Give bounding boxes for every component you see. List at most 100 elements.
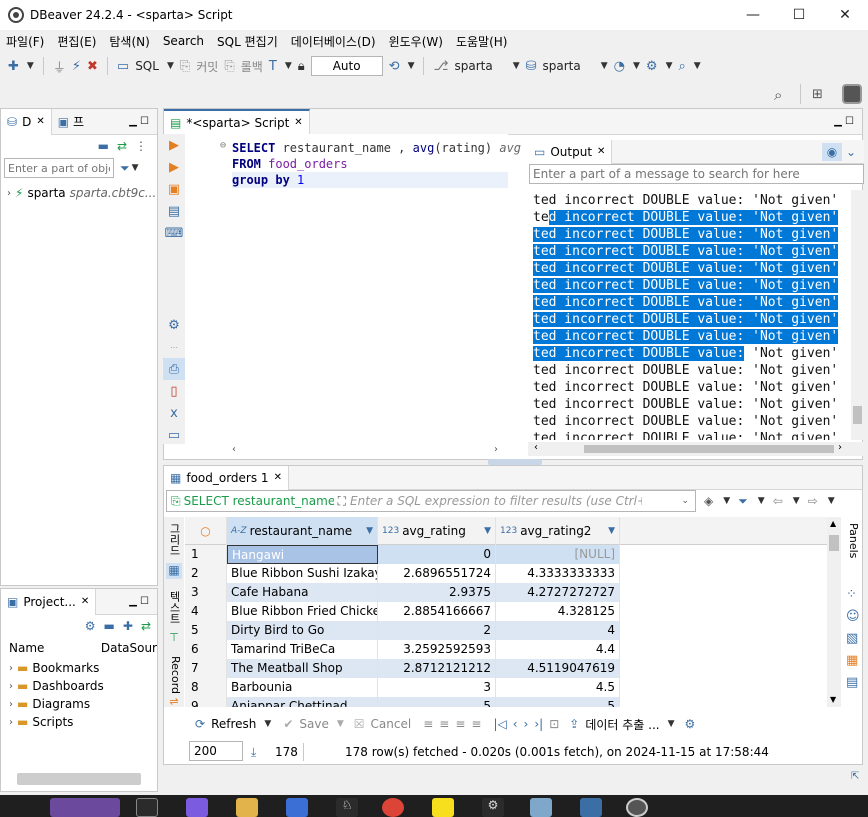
row-number[interactable]: 4 [185, 602, 227, 621]
settings-icon[interactable]: ⚙ [482, 798, 504, 817]
table-cell[interactable]: 2.6896551724 [378, 564, 496, 583]
table-row[interactable]: 3 Cafe Habana 2.9375 4.2727272727 [185, 583, 620, 602]
fetch-size-input[interactable] [189, 741, 243, 761]
chevron-down-icon[interactable]: ▼ [27, 61, 34, 71]
more-icon[interactable]: ⋮ [135, 139, 147, 153]
table-cell[interactable]: 2.9375 [378, 583, 496, 602]
table-cell[interactable]: Blue Ribbon Fried Chicken [227, 602, 378, 621]
sort-icon[interactable]: ▼ [366, 517, 373, 545]
chevron-down-icon[interactable]: ▼ [167, 61, 174, 71]
minimize-button[interactable]: — [730, 0, 776, 30]
fetch-all-icon[interactable]: ⤓ [251, 745, 256, 760]
forward-icon[interactable]: ⇨ [808, 494, 818, 508]
chevron-right-icon[interactable]: › [9, 699, 13, 710]
table-row[interactable]: 8 Barbounia 3 4.5 [185, 678, 620, 697]
chevron-right-icon[interactable]: › [7, 188, 11, 199]
properties-icon[interactable]: ⁘ [846, 587, 857, 602]
app-icon[interactable]: ♘ [336, 798, 358, 817]
link-editor-icon[interactable]: ⇄ [141, 619, 151, 633]
execute-icon[interactable]: ▶ [163, 134, 185, 156]
close-icon[interactable]: ✕ [81, 596, 89, 607]
menu-window[interactable]: 윈도우(W) [389, 33, 443, 50]
eraser-icon[interactable]: ◈ [704, 494, 713, 508]
fetch-page-icon[interactable]: ⊡ [549, 717, 559, 731]
resize-icon[interactable]: ⇱ [851, 771, 859, 782]
metadata-icon[interactable]: ☺ [846, 609, 860, 624]
menu-sql-editor[interactable]: SQL 편집기 [217, 33, 278, 50]
chevron-down-icon[interactable]: ▼ [285, 61, 292, 71]
error-log-icon[interactable]: ▯ [163, 380, 185, 402]
editor-horizontal-scrollbar[interactable]: ‹ › [232, 444, 508, 456]
editor-app-icon[interactable] [580, 798, 602, 817]
sql-button[interactable]: SQL [135, 59, 159, 73]
file-explorer-icon[interactable] [236, 798, 258, 817]
lock-icon[interactable]: 🔒︎ [298, 59, 305, 74]
chevron-right-icon[interactable]: › [494, 444, 498, 455]
chevron-up-icon[interactable]: ▲ [830, 519, 836, 528]
tab-food-orders-1[interactable]: ▦ food_orders 1 ✕ [164, 465, 289, 490]
table-cell[interactable]: 2.8712121212 [378, 659, 496, 678]
eye-icon[interactable]: ◉ [821, 142, 842, 161]
table-cell[interactable]: 4.3333333333 [496, 564, 620, 583]
tree-node-sparta[interactable]: › ⚡ sparta sparta.cbt9c... [1, 183, 157, 203]
execute-script-icon[interactable]: ▣ [163, 178, 185, 200]
menu-navigate[interactable]: 탐색(N) [109, 33, 149, 50]
minimize-icon[interactable]: ▁ ☐ [129, 596, 149, 607]
output-log[interactable]: ted incorrect DOUBLE value: 'Not given' t… [528, 190, 850, 440]
chevron-down-icon[interactable]: ▼ [830, 695, 836, 704]
tab-database-navigator[interactable]: ⛁ D ✕ [1, 108, 52, 135]
tab-grid[interactable]: 그리드 [166, 519, 182, 559]
text-view-icon[interactable]: ⊤ [166, 631, 182, 645]
table-cell[interactable]: Blue Ribbon Sushi Izakaya [227, 564, 378, 583]
list-item[interactable]: › ▬ Bookmarks [9, 659, 157, 677]
link-editor-icon[interactable]: ⇄ [117, 139, 127, 153]
grouping-icon[interactable]: ▧ [846, 631, 858, 646]
filter-icon[interactable]: ⏷ [738, 494, 748, 509]
chevron-down-icon[interactable]: ▼ [337, 719, 344, 729]
gear-icon[interactable]: ⚙ [685, 717, 696, 731]
row-selector-icon[interactable]: ○ [185, 517, 227, 545]
chrome-icon[interactable] [382, 798, 404, 817]
disconnect-all-icon[interactable]: ✖ [87, 59, 98, 74]
close-icon[interactable]: ✕ [294, 117, 302, 128]
chevron-down-icon[interactable]: ▼ [132, 163, 139, 173]
scroll-thumb[interactable] [853, 406, 862, 424]
cancel-icon[interactable]: ☒ [354, 717, 365, 731]
table-cell[interactable]: 5 [496, 697, 620, 707]
table-cell[interactable]: Barbounia [227, 678, 378, 697]
row-number[interactable]: 7 [185, 659, 227, 678]
chevron-down-icon[interactable]: ⌄ [681, 496, 689, 506]
copilot-icon[interactable] [186, 798, 208, 817]
list-item[interactable]: › ▬ Diagrams [9, 695, 157, 713]
chevron-down-icon[interactable]: ▼ [633, 61, 640, 71]
output-horizontal-scrollbar[interactable]: ‹ › [528, 442, 864, 456]
close-icon[interactable]: ✕ [36, 116, 44, 127]
disconnect-icon[interactable]: ⏚ [53, 57, 66, 76]
table-cell[interactable]: 0 [378, 545, 496, 564]
table-cell[interactable]: 4.4 [496, 640, 620, 659]
tools-icon[interactable]: ⚙ [646, 59, 658, 74]
add-icon[interactable]: ✚ [123, 619, 133, 633]
panels-label[interactable]: Panels [846, 523, 860, 579]
table-row[interactable]: 5 Dirty Bird to Go 2 4 [185, 621, 620, 640]
terminal-icon[interactable]: ⌨ [163, 222, 185, 244]
scroll-thumb[interactable] [584, 445, 834, 453]
menu-edit[interactable]: 편집(E) [57, 33, 96, 50]
output-vertical-scrollbar[interactable] [851, 190, 864, 440]
collapse-all-icon[interactable]: ▬ [98, 139, 109, 153]
chevron-right-icon[interactable]: › [9, 717, 13, 728]
calc-icon[interactable]: ▦ [846, 653, 858, 668]
chevron-left-icon[interactable]: ‹ [534, 442, 538, 453]
chevron-right-icon[interactable]: › [9, 681, 13, 692]
commit-icon[interactable]: ⎘ [180, 59, 190, 74]
sql-code-area[interactable]: ⊖ SELECT restaurant_name , avg(rating) a… [200, 134, 521, 444]
explain-plan-icon[interactable]: ▤ [163, 200, 185, 222]
chevron-down-icon[interactable]: ▼ [694, 61, 701, 71]
save-button[interactable]: Save [299, 717, 328, 731]
refresh-icon[interactable]: ⟳ [195, 717, 205, 731]
datasource-selector[interactable]: sparta [454, 59, 492, 73]
chevron-down-icon[interactable]: ⌄ [846, 145, 856, 159]
close-icon[interactable]: ✕ [274, 472, 282, 483]
table-cell[interactable]: Hangawi [227, 545, 378, 564]
table-row[interactable]: 6 Tamarind TriBeCa 3.2592592593 4.4 [185, 640, 620, 659]
